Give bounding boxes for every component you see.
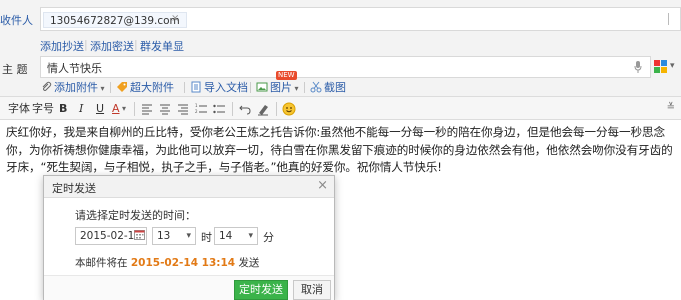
document-icon <box>191 81 201 93</box>
chevron-down-icon: ▾ <box>248 231 253 241</box>
calendar-icon[interactable] <box>134 229 145 240</box>
tag-icon <box>117 82 127 92</box>
image-label: 图片 <box>270 81 292 94</box>
schedule-send-button[interactable]: 定时发送 <box>234 280 288 300</box>
undo-icon[interactable] <box>238 102 252 116</box>
align-right-icon[interactable] <box>176 102 190 116</box>
numbered-list-icon[interactable]: 12 <box>194 102 208 116</box>
chevron-down-icon[interactable]: ▾ <box>670 61 675 71</box>
image-button[interactable]: 图片 ▾ <box>256 81 299 95</box>
toolbar-divider <box>110 82 111 93</box>
recipient-chip[interactable]: 13054672827@139.com <box>43 12 187 28</box>
screenshot-label: 截图 <box>324 81 346 94</box>
cancel-button[interactable]: 取消 <box>293 280 331 300</box>
microphone-icon[interactable] <box>634 61 642 73</box>
attachment-toolbar: 添加附件 ▾ 超大附件 导入文档 图片 ▾ 截图 <box>0 78 681 96</box>
link-divider: | <box>134 38 138 51</box>
align-left-icon[interactable] <box>140 102 154 116</box>
underline-button[interactable]: U <box>96 102 104 116</box>
hour-unit-label: 时 <box>201 231 212 244</box>
add-cc-link[interactable]: 添加抄送 <box>40 38 84 54</box>
hour-select[interactable]: 13 ▾ <box>152 227 196 245</box>
scheduled-send-dialog: 定时发送 × 请选择定时发送的时间： 2015-02-14 13 ▾ 时 14 … <box>43 175 335 300</box>
close-icon[interactable]: × <box>317 179 328 193</box>
minute-value: 14 <box>219 230 233 242</box>
dialog-title: 定时发送 <box>52 182 96 195</box>
emoji-icon[interactable] <box>282 102 296 116</box>
schedule-summary: 本邮件将在 2015-02-14 13:14 发送 <box>75 255 259 270</box>
font-size-button[interactable]: 字号 <box>32 102 54 116</box>
svg-text:2: 2 <box>195 109 198 114</box>
minute-select[interactable]: 14 ▾ <box>214 227 258 245</box>
subject-row: 主 题 情人节快乐 ▾ <box>0 56 681 78</box>
collapse-toolbar-icon[interactable]: ≚ <box>667 102 675 113</box>
font-family-button[interactable]: 字体 <box>8 102 30 116</box>
date-value: 2015-02-14 <box>80 230 142 242</box>
dialog-footer <box>44 275 334 300</box>
import-document-button[interactable]: 导入文档 <box>190 81 248 95</box>
link-divider: | <box>84 38 88 51</box>
subject-value: 情人节快乐 <box>47 62 102 75</box>
toolbar-divider <box>184 82 185 93</box>
recipient-links-row: 添加抄送 | 添加密送 | 群发单显 <box>0 34 681 56</box>
super-attachment-label: 超大附件 <box>130 81 174 94</box>
dialog-prompt: 请选择定时发送的时间： <box>75 209 196 222</box>
color-grid-icon[interactable] <box>654 60 668 74</box>
chevron-down-icon: ▾ <box>98 84 105 93</box>
recipient-label: 收件人 <box>0 14 33 27</box>
chevron-down-icon: ▾ <box>186 231 191 241</box>
image-icon <box>256 82 268 92</box>
font-color-button[interactable]: A <box>112 102 120 116</box>
toolbar-divider <box>304 82 305 93</box>
recipient-scroll-handle[interactable] <box>668 13 674 25</box>
message-body-text: 庆红你好，我是来自柳州的丘比特，受你老公王炼之托告诉你:虽然他不能每一分每一秒的… <box>6 125 673 174</box>
bullet-list-icon[interactable] <box>212 102 226 116</box>
align-center-icon[interactable] <box>158 102 172 116</box>
format-toolbar: 字体 字号 B I U A ▾ 12 ≚ <box>0 96 681 120</box>
chevron-down-icon[interactable]: ▾ <box>122 102 126 116</box>
recipient-input[interactable]: 13054672827@139.com × <box>40 7 681 31</box>
recipient-row: 收件人 13054672827@139.com × <box>0 0 681 34</box>
chevron-down-icon: ▾ <box>292 84 299 93</box>
italic-button[interactable]: I <box>79 102 83 116</box>
svg-text:1: 1 <box>195 103 198 108</box>
toolbar-divider <box>250 82 251 93</box>
remove-recipient-icon[interactable]: × <box>171 13 179 24</box>
import-document-label: 导入文档 <box>204 81 248 94</box>
toolbar-divider <box>232 102 233 116</box>
minute-unit-label: 分 <box>263 231 274 244</box>
super-attachment-button[interactable]: 超大附件 <box>116 81 174 95</box>
add-attachment-button[interactable]: 添加附件 ▾ <box>40 81 105 95</box>
new-badge: NEW <box>276 71 297 80</box>
clear-format-icon[interactable] <box>256 102 270 116</box>
toolbar-divider <box>134 102 135 116</box>
hour-value: 13 <box>157 230 171 242</box>
toolbar-divider <box>276 102 277 116</box>
dialog-title-bar[interactable]: 定时发送 × <box>44 176 334 198</box>
add-attachment-label: 添加附件 <box>54 81 98 94</box>
scissors-icon <box>310 81 322 93</box>
subject-label: 主 题 <box>2 63 28 76</box>
subject-input[interactable]: 情人节快乐 <box>40 56 651 78</box>
schedule-time: 2015-02-14 13:14 <box>130 257 236 269</box>
bold-button[interactable]: B <box>59 102 67 116</box>
schedule-suffix: 发送 <box>238 257 260 269</box>
screenshot-button[interactable]: 截图 <box>310 81 346 95</box>
paperclip-icon <box>42 81 52 91</box>
schedule-prefix: 本邮件将在 <box>75 257 128 269</box>
separate-send-link[interactable]: 群发单显 <box>140 38 184 54</box>
add-bcc-link[interactable]: 添加密送 <box>90 38 134 54</box>
